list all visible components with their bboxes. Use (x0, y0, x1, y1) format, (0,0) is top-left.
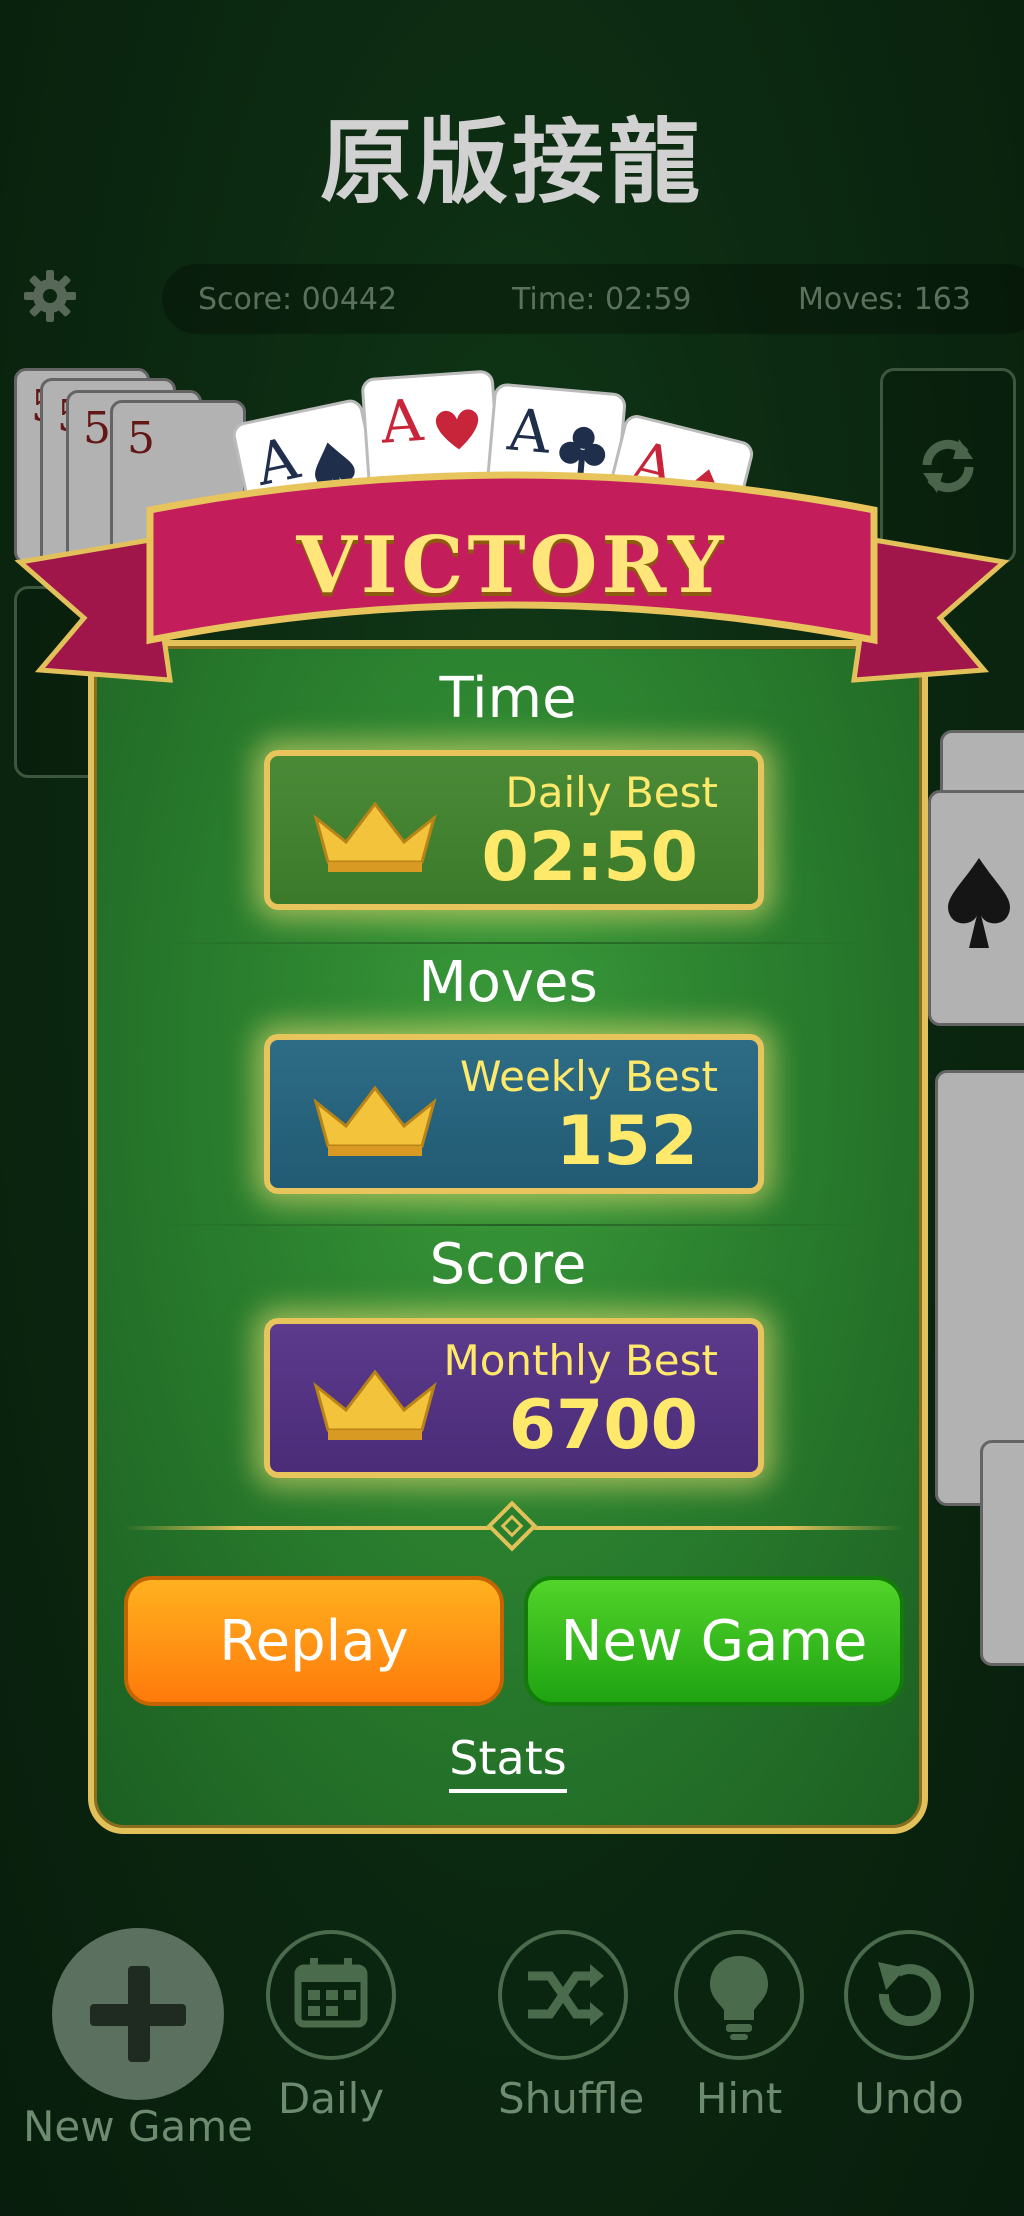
section-label-score: Score (429, 1232, 587, 1297)
shuffle-circle[interactable] (498, 1930, 628, 2060)
best-value: 6700 (508, 1386, 698, 1465)
new-game-circle[interactable] (52, 1928, 224, 2100)
crown-icon (313, 1085, 437, 1156)
plus-icon (90, 1966, 186, 2062)
victory-dialog: Time Daily Best 02:50 Moves Weekly Best … (88, 640, 928, 1834)
replay-button[interactable]: Replay (124, 1576, 504, 1706)
undo-circle[interactable] (844, 1930, 974, 2060)
lightbulb-icon (710, 1956, 768, 2040)
victory-title: VICTORY (296, 520, 728, 611)
hint-circle[interactable] (674, 1930, 804, 2060)
best-label: Weekly Best (460, 1052, 718, 1101)
daily-best-plaque: Daily Best 02:50 (264, 750, 764, 910)
best-label: Daily Best (505, 768, 718, 817)
crown-icon (313, 1369, 437, 1440)
weekly-best-plaque: Weekly Best 152 (264, 1034, 764, 1194)
undo-icon (878, 1962, 941, 2027)
svg-text:A: A (378, 386, 427, 457)
toolbar-shuffle[interactable]: Shuffle (498, 1930, 645, 2123)
toolbar-daily[interactable]: Daily (266, 1930, 396, 2123)
new-game-button[interactable]: New Game (524, 1576, 904, 1706)
stats-link[interactable]: Stats (94, 1731, 922, 1793)
best-label: Monthly Best (443, 1336, 718, 1385)
crown-icon (313, 801, 437, 872)
svg-text:A: A (504, 395, 554, 467)
best-value: 152 (556, 1102, 698, 1181)
monthly-best-plaque: Monthly Best 6700 (264, 1318, 764, 1478)
best-value: 02:50 (481, 818, 698, 897)
stats-link-label[interactable]: Stats (449, 1731, 567, 1793)
toolbar-label: Shuffle (498, 2074, 645, 2123)
section-divider (154, 942, 874, 944)
shuffle-icon (528, 1964, 604, 2026)
section-label-moves: Moves (418, 950, 598, 1015)
section-divider (154, 1224, 874, 1226)
toolbar-undo[interactable]: Undo (844, 1930, 974, 2123)
toolbar-label: New Game (23, 2102, 253, 2151)
toolbar-hint[interactable]: Hint (674, 1930, 804, 2123)
calendar-icon (294, 1958, 368, 2028)
toolbar-label: Hint (695, 2074, 783, 2123)
toolbar-label: Undo (854, 2074, 964, 2123)
daily-circle[interactable] (266, 1930, 396, 2060)
toolbar-label: Daily (277, 2074, 385, 2123)
toolbar-new-game[interactable]: New Game (23, 1928, 253, 2151)
